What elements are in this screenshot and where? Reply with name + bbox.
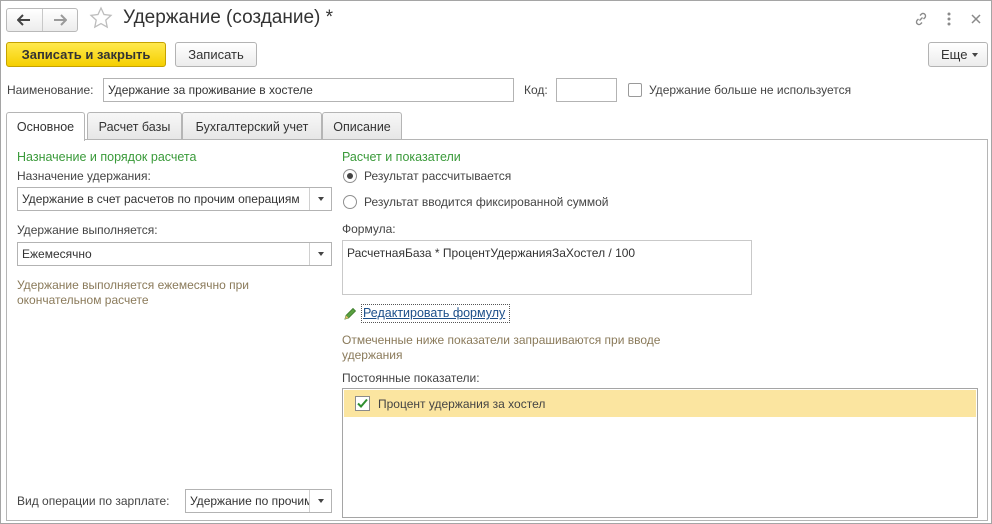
- schedule-select[interactable]: Ежемесячно: [17, 242, 332, 266]
- chevron-down-icon: [317, 252, 324, 256]
- arrow-right-icon: [53, 14, 67, 26]
- name-label: Наименование:: [7, 83, 94, 97]
- purpose-select[interactable]: Удержание в счет расчетов по прочим опер…: [17, 187, 332, 211]
- operation-label: Вид операции по зарплате:: [17, 494, 170, 508]
- radio-result-calculated[interactable]: [343, 169, 357, 183]
- constant-indicators-label: Постоянные показатели:: [342, 371, 480, 385]
- chevron-down-icon: [317, 499, 324, 503]
- arrow-left-icon: [17, 14, 31, 26]
- more-label: Еще: [941, 47, 968, 62]
- pencil-icon: [343, 307, 357, 324]
- more-actions-icon[interactable]: [940, 10, 958, 28]
- indicator-label: Процент удержания за хостел: [378, 397, 546, 411]
- code-input[interactable]: [556, 78, 617, 102]
- dropdown-button[interactable]: [309, 188, 331, 210]
- edit-formula-link[interactable]: Редактировать формулу: [363, 306, 505, 320]
- tab-main[interactable]: Основное: [6, 112, 85, 141]
- constant-indicators-list[interactable]: Процент удержания за хостел: [342, 388, 978, 518]
- link-icon[interactable]: [912, 10, 930, 28]
- tab-base-calculation[interactable]: Расчет базы: [87, 112, 182, 140]
- close-icon[interactable]: [967, 10, 985, 28]
- chevron-down-icon: [972, 53, 978, 57]
- schedule-hint: Удержание выполняется ежемесячно при око…: [17, 278, 250, 307]
- unused-checkbox[interactable]: [628, 83, 642, 97]
- form-window: Удержание (создание) * Записать и закрыт…: [0, 0, 992, 524]
- tab-description[interactable]: Описание: [322, 112, 402, 140]
- chevron-down-icon: [317, 197, 324, 201]
- back-button[interactable]: [7, 9, 42, 31]
- unused-label: Удержание больше не используется: [649, 83, 852, 97]
- dropdown-button[interactable]: [309, 490, 331, 512]
- window-title: Удержание (создание) *: [123, 7, 334, 28]
- left-section-title: Назначение и порядок расчета: [17, 150, 197, 164]
- indicators-hint: Отмеченные ниже показатели запрашиваются…: [342, 333, 661, 362]
- schedule-value: Ежемесячно: [22, 247, 92, 261]
- name-input[interactable]: Удержание за проживание в хостеле: [103, 78, 514, 102]
- purpose-label: Назначение удержания:: [17, 169, 151, 183]
- forward-button[interactable]: [41, 9, 78, 31]
- list-item[interactable]: Процент удержания за хостел: [344, 390, 976, 417]
- radio-result-calculated-label: Результат рассчитывается: [364, 169, 512, 183]
- dropdown-button[interactable]: [309, 243, 331, 265]
- favorite-star-icon[interactable]: [89, 6, 113, 33]
- navigation-buttons: [6, 8, 78, 32]
- checkbox-checked-icon[interactable]: [355, 396, 370, 414]
- schedule-label: Удержание выполняется:: [17, 223, 158, 237]
- formula-label: Формула:: [342, 222, 396, 236]
- more-button[interactable]: Еще: [928, 42, 988, 67]
- right-section-title: Расчет и показатели: [342, 150, 461, 164]
- operation-value: Удержание по прочим операциям: [190, 494, 309, 508]
- radio-result-fixed-label: Результат вводится фиксированной суммой: [364, 195, 609, 209]
- save-and-close-button[interactable]: Записать и закрыть: [6, 42, 166, 67]
- tab-accounting[interactable]: Бухгалтерский учет: [182, 112, 322, 140]
- save-button[interactable]: Записать: [175, 42, 257, 67]
- formula-field[interactable]: РасчетнаяБаза * ПроцентУдержанияЗаХостел…: [342, 240, 752, 295]
- radio-result-fixed[interactable]: [343, 195, 357, 209]
- code-label: Код:: [524, 83, 548, 97]
- purpose-value: Удержание в счет расчетов по прочим опер…: [22, 192, 300, 206]
- operation-select[interactable]: Удержание по прочим операциям: [185, 489, 332, 513]
